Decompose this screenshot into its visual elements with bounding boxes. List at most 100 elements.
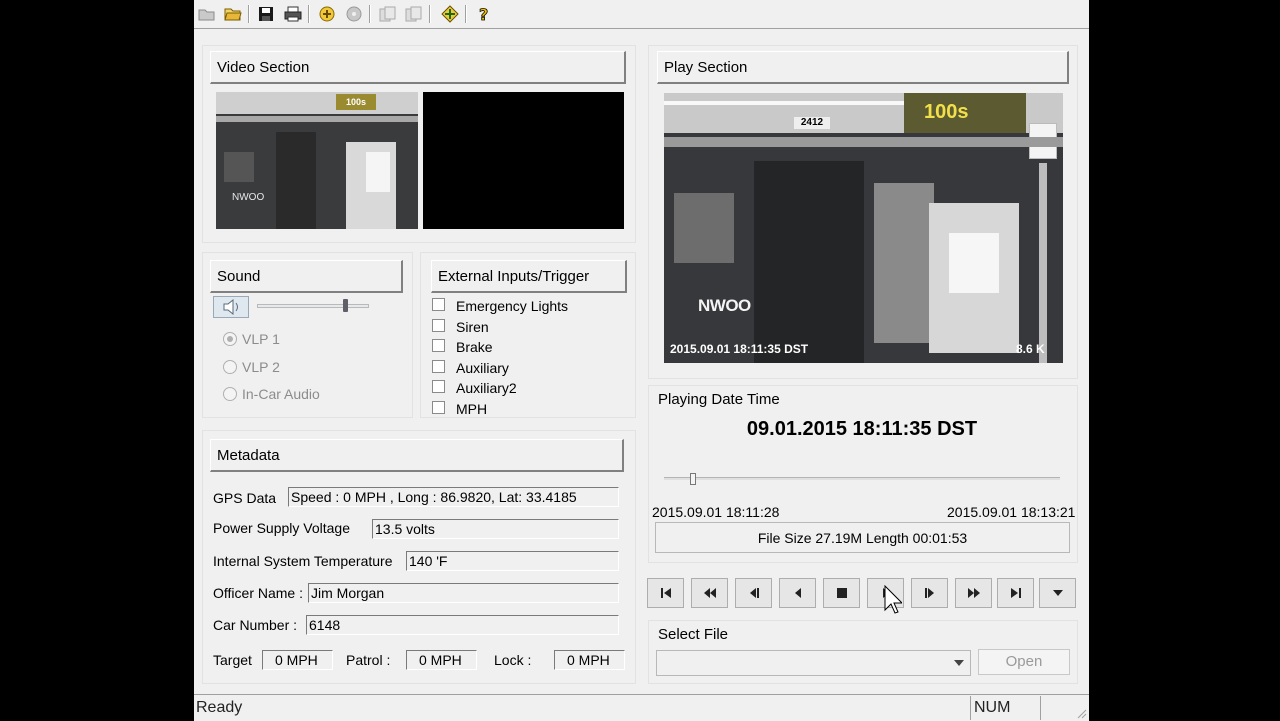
voltage-field[interactable]: 13.5 volts	[372, 519, 619, 539]
officer-name-field[interactable]: Jim Morgan	[308, 583, 619, 603]
brake-checkbox[interactable]	[432, 339, 445, 352]
toolbar-separator	[308, 5, 310, 23]
auxiliary-checkbox[interactable]	[432, 360, 445, 373]
file-info: File Size 27.19M Length 00:01:53	[655, 522, 1070, 553]
camera2-thumbnail[interactable]	[423, 92, 624, 229]
skip-to-start-button[interactable]	[647, 578, 684, 608]
video-sign-text: 100s	[924, 101, 969, 123]
siren-label: Siren	[456, 319, 489, 335]
target-field[interactable]: 0 MPH	[262, 650, 333, 670]
save-icon[interactable]	[255, 3, 277, 25]
status-text: Ready	[196, 699, 243, 716]
chevron-down-icon	[954, 660, 964, 666]
lock-label: Lock :	[494, 652, 532, 668]
temperature-label: Internal System Temperature	[213, 553, 393, 569]
emergency-lights-checkbox[interactable]	[432, 298, 445, 311]
video-section-header: Video Section	[210, 51, 626, 84]
video-overlay-text: NWOO	[698, 296, 751, 315]
gps-field[interactable]: Speed : 0 MPH , Long : 86.9820, Lat: 33.…	[288, 487, 619, 507]
open-folder-icon[interactable]	[196, 3, 218, 25]
play-section-header: Play Section	[657, 51, 1069, 84]
toolbar-separator	[369, 5, 371, 23]
in-car-audio-radio[interactable]	[223, 387, 237, 401]
step-forward-button[interactable]	[911, 578, 948, 608]
auxiliary2-checkbox[interactable]	[432, 380, 445, 393]
play-reverse-button[interactable]	[779, 578, 816, 608]
copy-icon[interactable]	[377, 3, 399, 25]
in-car-audio-label: In-Car Audio	[242, 386, 320, 402]
help-icon[interactable]: ?	[473, 3, 495, 25]
speaker-icon[interactable]	[213, 296, 249, 318]
camera1-sign: 100s	[336, 94, 376, 110]
camera1-thumbnail[interactable]: 100s NWOO	[216, 92, 418, 229]
aisle-number: 2412	[794, 117, 830, 129]
resize-grip-icon[interactable]	[1075, 707, 1087, 719]
svg-text:?: ?	[479, 5, 488, 23]
vlp2-radio[interactable]	[223, 360, 237, 374]
officer-name-label: Officer Name :	[213, 585, 303, 601]
step-back-icon	[749, 588, 759, 598]
skip-to-end-button[interactable]	[997, 578, 1034, 608]
toolbar: ?	[194, 0, 1089, 29]
toolbar-separator	[248, 5, 250, 23]
rewind-button[interactable]	[691, 578, 728, 608]
stop-button[interactable]	[823, 578, 860, 608]
car-number-label: Car Number :	[213, 617, 298, 633]
sound-header: Sound	[210, 260, 403, 293]
target-label: Target	[213, 652, 252, 668]
fast-forward-button[interactable]	[955, 578, 992, 608]
step-back-button[interactable]	[735, 578, 772, 608]
stop-icon	[836, 588, 847, 598]
burn-icon[interactable]	[343, 3, 365, 25]
toolbar-separator	[465, 5, 467, 23]
paste-icon[interactable]	[403, 3, 425, 25]
playing-datetime: 09.01.2015 18:11:35 DST	[746, 418, 978, 440]
gps-label: GPS Data	[213, 490, 277, 506]
print-icon[interactable]	[282, 3, 304, 25]
playing-date-time-label: Playing Date Time	[658, 391, 780, 408]
video-timestamp-overlay: 2015.09.01 18:11:35 DST	[670, 342, 809, 356]
start-time: 2015.09.01 18:11:28	[652, 504, 780, 520]
status-bar: Ready NUM	[194, 694, 1089, 721]
camera1-overlay: NWOO	[232, 192, 265, 203]
auxiliary-label: Auxiliary	[456, 360, 509, 376]
rewind-icon	[703, 588, 716, 598]
more-options-button[interactable]	[1039, 578, 1076, 608]
video-rate-overlay: 8.6 K	[1016, 342, 1045, 356]
brake-label: Brake	[456, 339, 493, 355]
open-button[interactable]: Open	[978, 649, 1070, 675]
app-window: ? Video Section 100s NWOO Play Section 2…	[194, 0, 1089, 721]
select-file-label: Select File	[658, 626, 729, 643]
car-number-field[interactable]: 6148	[306, 615, 619, 635]
main-video-player[interactable]: 2412 100s NWOO 2015.09.01 18:11:35 DST 8…	[664, 93, 1063, 363]
external-inputs-header: External Inputs/Trigger	[431, 260, 627, 293]
metadata-header: Metadata	[210, 439, 624, 472]
patrol-field[interactable]: 0 MPH	[406, 650, 477, 670]
timeline-slider-thumb[interactable]	[690, 473, 696, 485]
dropdown-icon	[1052, 590, 1063, 596]
toolbar-separator	[429, 5, 431, 23]
skip-to-start-icon	[660, 588, 671, 598]
temperature-field[interactable]: 140 'F	[406, 551, 619, 571]
file-select-dropdown[interactable]	[656, 650, 971, 676]
end-time: 2015.09.01 18:13:21	[947, 504, 1076, 520]
mouse-cursor-icon	[884, 585, 902, 614]
navigate-icon[interactable]	[439, 3, 461, 25]
volume-slider[interactable]	[257, 299, 369, 312]
num-lock-indicator: NUM	[974, 699, 1011, 716]
play-reverse-icon	[794, 588, 801, 598]
open-file-icon[interactable]	[222, 3, 244, 25]
mph-label: MPH	[456, 401, 488, 417]
step-forward-icon	[924, 588, 934, 598]
vlp1-label: VLP 1	[242, 331, 280, 347]
timeline-slider[interactable]	[664, 473, 1060, 485]
skip-to-end-icon	[1010, 588, 1021, 598]
lock-field[interactable]: 0 MPH	[554, 650, 625, 670]
patrol-label: Patrol :	[346, 652, 391, 668]
mph-checkbox[interactable]	[432, 401, 445, 414]
export-icon[interactable]	[316, 3, 338, 25]
vlp1-radio[interactable]	[223, 332, 237, 346]
volume-slider-thumb[interactable]	[343, 299, 348, 312]
siren-checkbox[interactable]	[432, 319, 445, 332]
voltage-label: Power Supply Voltage	[213, 520, 350, 536]
